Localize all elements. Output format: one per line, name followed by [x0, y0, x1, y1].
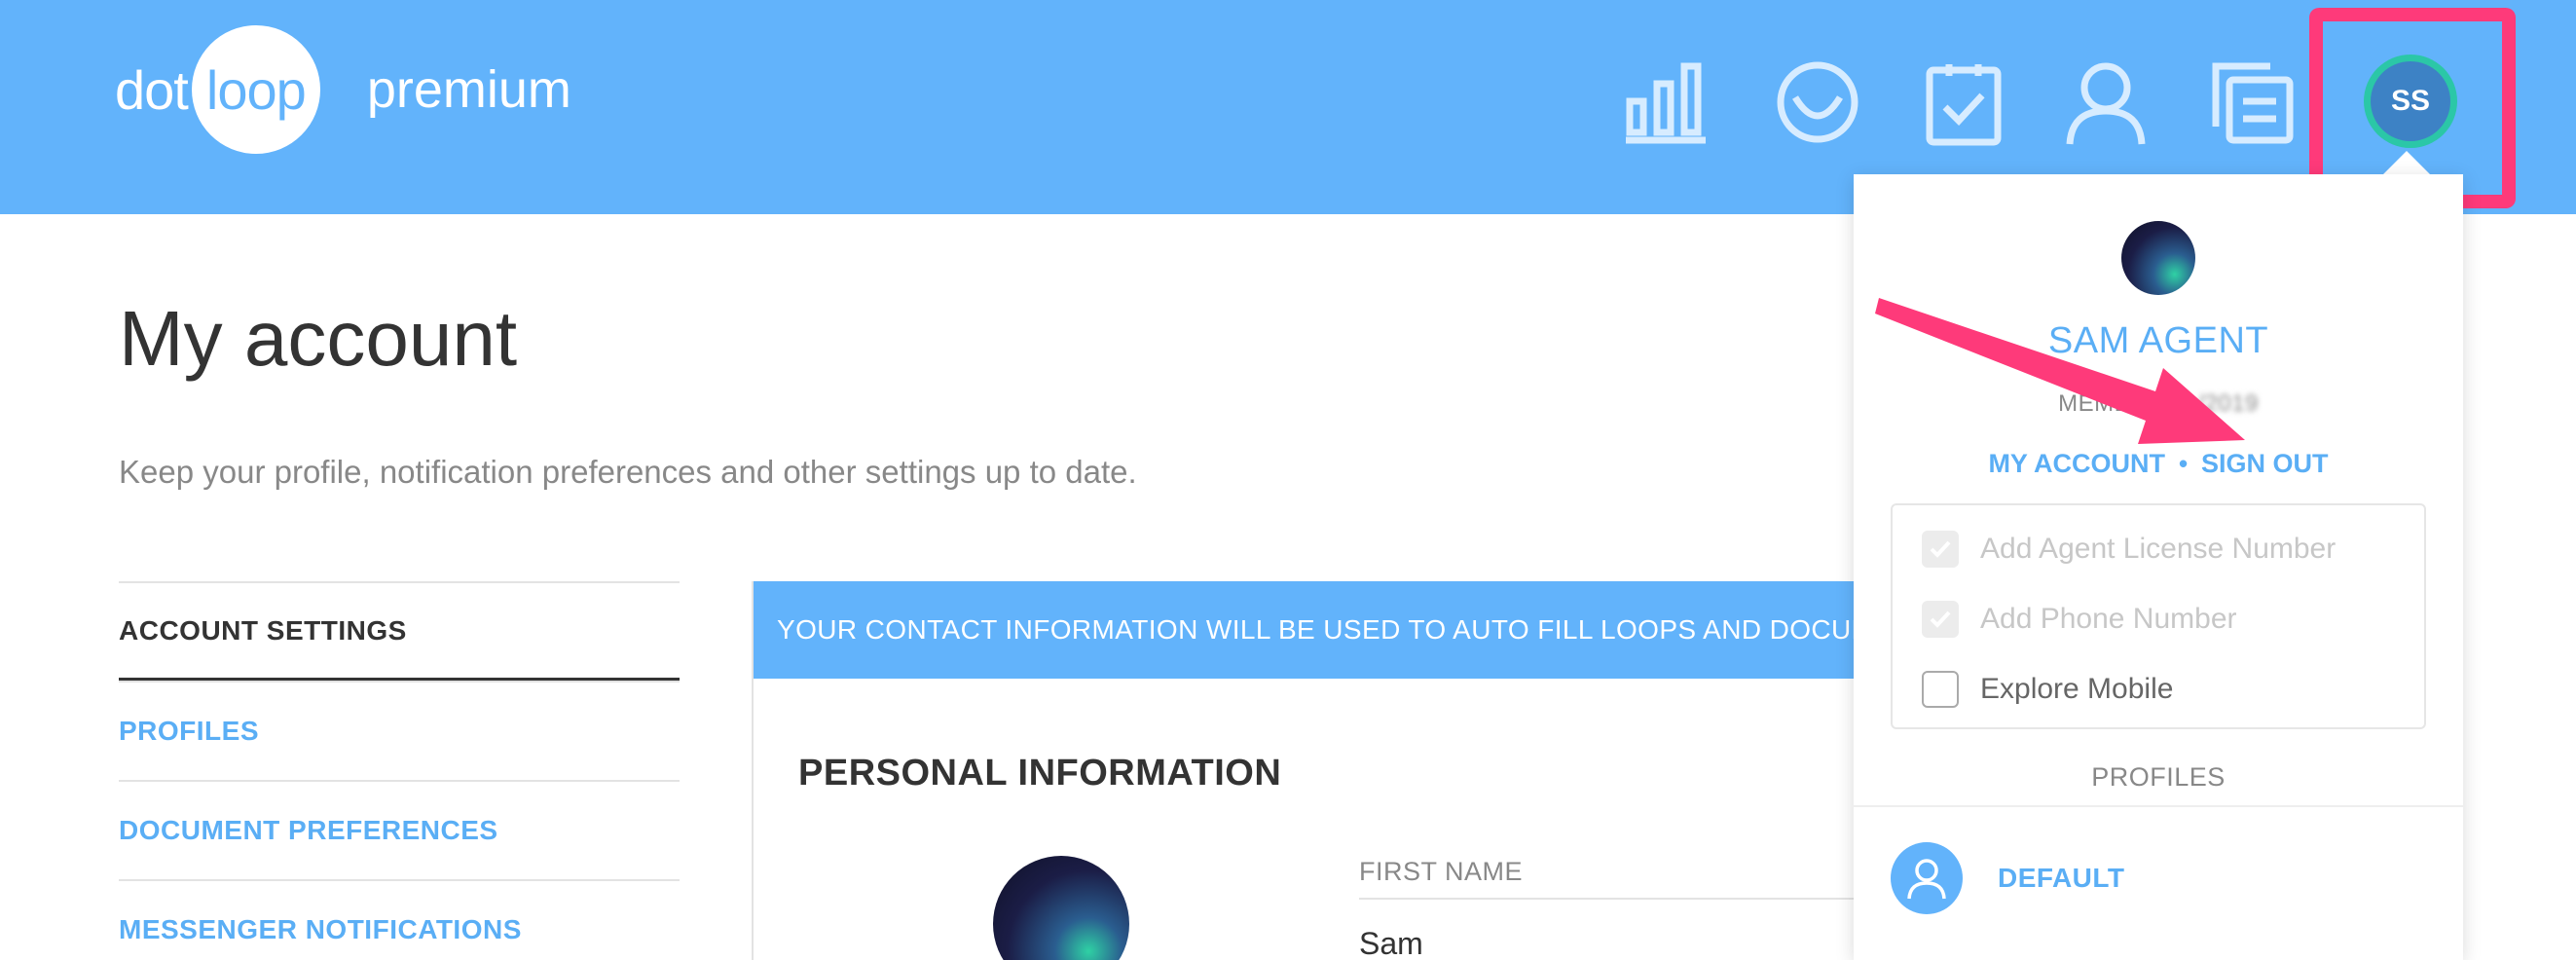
dropdown-user-name: SAM AGENT — [2047, 320, 2269, 361]
dropdown-profiles-heading: PROFILES — [2091, 762, 2226, 792]
contact-info-banner: YOUR CONTACT INFORMATION WILL BE USED TO… — [754, 581, 1947, 679]
page-title: My account — [119, 295, 518, 382]
person-icon[interactable] — [2062, 58, 2150, 146]
logo-loop-text: loop — [205, 58, 307, 121]
checklist-label: Add Agent License Number — [1980, 533, 2337, 565]
logo-premium-text: premium — [366, 60, 571, 119]
page-subtitle: Keep your profile, notification preferen… — [119, 454, 1137, 490]
documents-icon[interactable] — [2208, 58, 2296, 146]
my-account-link[interactable]: MY ACCOUNT — [1988, 449, 2165, 479]
sidebar-item-document-preferences[interactable]: DOCUMENT PREFERENCES — [119, 780, 680, 879]
smile-icon[interactable] — [1774, 58, 1861, 146]
account-dropdown-menu: SAM AGENT MEMBER 10/2019 MY ACCOUNT • SI… — [1854, 174, 2463, 960]
first-name-underline — [1359, 898, 1885, 900]
dotloop-logo[interactable]: dot loop premium — [115, 23, 571, 156]
profile-option-default[interactable]: DEFAULT — [1891, 842, 2125, 914]
checklist-item-phone-number[interactable]: Add Phone Number — [1922, 601, 2237, 638]
logo-dot-text: dot — [115, 58, 189, 121]
personal-information-heading: PERSONAL INFORMATION — [798, 753, 1282, 794]
dropdown-caret — [2383, 151, 2430, 174]
first-name-field[interactable]: Sam — [1359, 926, 1423, 960]
check-icon — [1922, 531, 1959, 568]
bar-chart-icon[interactable] — [1622, 58, 1710, 146]
profile-label: DEFAULT — [1998, 863, 2125, 893]
link-separator: • — [2178, 449, 2189, 478]
logo-circle: loop — [191, 25, 320, 154]
check-icon — [1922, 601, 1959, 638]
account-content-panel: YOUR CONTACT INFORMATION WILL BE USED TO… — [752, 581, 1949, 960]
dropdown-avatar — [2121, 221, 2195, 295]
checklist-label: Explore Mobile — [1980, 673, 2174, 705]
first-name-label: FIRST NAME — [1359, 857, 1524, 886]
profile-person-icon — [1891, 842, 1963, 914]
checklist-icon[interactable] — [1920, 58, 2007, 146]
sign-out-link[interactable]: SIGN OUT — [2201, 449, 2329, 479]
member-since-blurred: /2019 — [2197, 390, 2259, 417]
profile-photo[interactable] — [993, 856, 1129, 960]
sidebar-item-profiles[interactable]: PROFILES — [119, 681, 680, 780]
checklist-item-explore-mobile[interactable]: Explore Mobile — [1922, 671, 2173, 708]
empty-checkbox-icon — [1922, 671, 1959, 708]
checklist-label: Add Phone Number — [1980, 603, 2237, 635]
dropdown-divider — [1854, 805, 2463, 807]
onboarding-checklist: Add Agent License Number Add Phone Numbe… — [1891, 503, 2426, 729]
sidebar-item-messenger-notifications[interactable]: MESSENGER NOTIFICATIONS — [119, 879, 680, 960]
account-sidebar: ACCOUNT SETTINGS PROFILES DOCUMENT PREFE… — [119, 581, 680, 960]
sidebar-item-account-settings[interactable]: ACCOUNT SETTINGS — [119, 581, 680, 681]
member-since-prefix: MEMBE — [2058, 390, 2147, 417]
checklist-item-agent-license[interactable]: Add Agent License Number — [1922, 531, 2336, 568]
member-since-id: R 10 — [2146, 390, 2198, 417]
dropdown-links: MY ACCOUNT • SIGN OUT — [1854, 449, 2463, 479]
dropdown-member-since: MEMBER 10/2019 — [1854, 390, 2463, 418]
